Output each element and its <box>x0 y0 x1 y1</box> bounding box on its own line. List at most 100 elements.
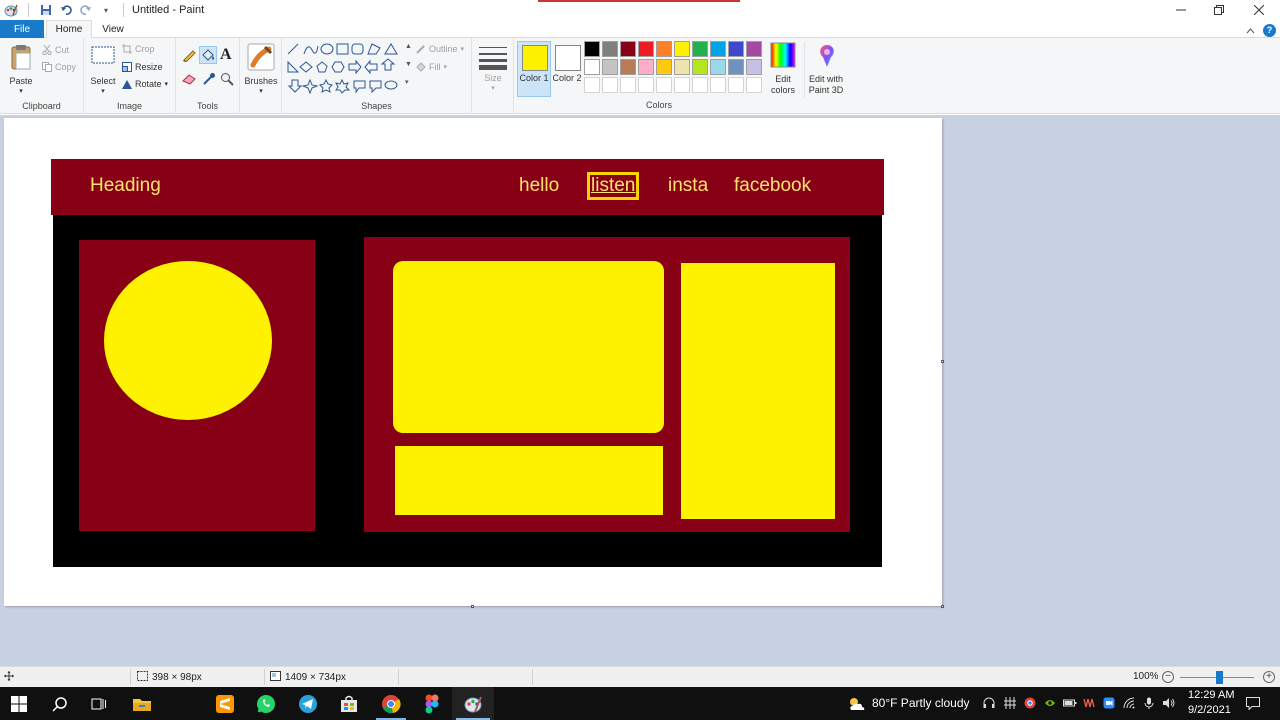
weather-icon[interactable] <box>845 693 867 715</box>
magnifier-icon[interactable] <box>220 72 234 89</box>
palette-swatch-2-3[interactable] <box>620 59 636 75</box>
network-share-icon[interactable] <box>1004 697 1016 709</box>
wifi-icon[interactable] <box>1123 697 1135 709</box>
whatsapp-icon[interactable] <box>255 693 277 715</box>
tab-home[interactable]: Home <box>46 20 92 39</box>
paste-dropdown-icon[interactable]: ▾ <box>6 86 36 97</box>
figma-icon[interactable] <box>421 693 443 715</box>
windows-start-icon[interactable] <box>8 693 30 715</box>
palette-swatch-1-2[interactable] <box>602 41 618 57</box>
headset-icon[interactable] <box>983 697 995 709</box>
canvas-resize-handle-bottom[interactable] <box>471 605 474 608</box>
palette-custom-slot-10[interactable] <box>746 77 762 93</box>
color-picker-icon[interactable] <box>202 72 216 89</box>
rotate-button[interactable]: Rotate ▾ <box>122 79 168 89</box>
edit-with-paint3d-button[interactable]: Edit with Paint 3D <box>804 42 846 98</box>
palette-custom-slot-7[interactable] <box>692 77 708 93</box>
collapse-ribbon-icon[interactable] <box>1246 23 1255 37</box>
palette-swatch-2-1[interactable] <box>584 59 600 75</box>
tab-view[interactable]: View <box>94 20 132 38</box>
chrome-icon[interactable] <box>380 693 402 715</box>
color1-selector[interactable]: Color 1 <box>517 41 551 97</box>
copy-button[interactable]: Copy <box>42 62 76 72</box>
customize-toolbar-icon[interactable]: ▾ <box>99 3 113 17</box>
fill-bucket-icon[interactable] <box>199 46 217 64</box>
canvas-resize-handle-right[interactable] <box>941 360 944 363</box>
palette-swatch-1-7[interactable] <box>692 41 708 57</box>
palette-swatch-1-10[interactable] <box>746 41 762 57</box>
nvidia-icon[interactable] <box>1044 697 1056 709</box>
resize-button[interactable]: Resize <box>122 62 163 72</box>
notifications-icon[interactable] <box>1246 697 1260 711</box>
search-icon[interactable] <box>49 693 71 715</box>
size-button[interactable]: Size ▾ <box>476 42 510 98</box>
file-explorer-icon[interactable] <box>131 693 153 715</box>
meet-now-icon[interactable] <box>1103 697 1115 709</box>
pencil-icon[interactable] <box>182 48 196 65</box>
palette-swatch-1-9[interactable] <box>728 41 744 57</box>
microphone-icon[interactable] <box>1143 697 1155 709</box>
palette-custom-slot-8[interactable] <box>710 77 726 93</box>
palette-custom-slot-2[interactable] <box>602 77 618 93</box>
color2-selector[interactable]: Color 2 <box>550 41 584 97</box>
shapes-scroll-down-icon[interactable]: ▼ <box>405 60 412 70</box>
palette-custom-slot-1[interactable] <box>584 77 600 93</box>
palette-custom-slot-3[interactable] <box>620 77 636 93</box>
palette-swatch-1-4[interactable] <box>638 41 654 57</box>
palette-custom-slot-4[interactable] <box>638 77 654 93</box>
drawing-canvas[interactable]: Heading hello listen insta facebook <box>4 118 942 606</box>
minimize-button[interactable] <box>1162 0 1200 20</box>
tab-file[interactable]: File <box>0 20 44 38</box>
microsoft-store-icon[interactable] <box>338 693 360 715</box>
edit-colors-button[interactable]: Edit colors <box>766 42 800 98</box>
palette-swatch-1-8[interactable] <box>710 41 726 57</box>
eraser-icon[interactable] <box>182 73 196 88</box>
clock-date[interactable]: 9/2/2021 <box>1188 704 1231 716</box>
select-dropdown-icon[interactable]: ▾ <box>88 86 118 97</box>
volume-icon[interactable] <box>1163 697 1175 709</box>
telegram-icon[interactable] <box>297 693 319 715</box>
task-view-icon[interactable] <box>88 693 110 715</box>
weather-text[interactable]: 80°F Partly cloudy <box>872 696 970 710</box>
shapes-scroll-up-icon[interactable]: ▲ <box>405 42 412 52</box>
crop-button[interactable]: Crop <box>122 44 155 54</box>
paint-app-icon[interactable] <box>4 3 18 17</box>
zoom-out-button[interactable]: − <box>1162 671 1174 683</box>
sublime-text-icon[interactable] <box>214 693 236 715</box>
shapes-more-icon[interactable]: ▾ <box>405 78 409 88</box>
palette-swatch-2-9[interactable] <box>728 59 744 75</box>
palette-swatch-2-5[interactable] <box>656 59 672 75</box>
palette-swatch-1-6[interactable] <box>674 41 690 57</box>
clock-time[interactable]: 12:29 AM <box>1188 689 1234 701</box>
palette-swatch-1-3[interactable] <box>620 41 636 57</box>
palette-swatch-2-10[interactable] <box>746 59 762 75</box>
restore-button[interactable] <box>1200 0 1238 20</box>
brushes-button[interactable]: Brushes ▾ <box>244 42 278 98</box>
palette-swatch-2-7[interactable] <box>692 59 708 75</box>
palette-custom-slot-9[interactable] <box>728 77 744 93</box>
palette-custom-slot-5[interactable] <box>656 77 672 93</box>
zoom-slider-thumb[interactable] <box>1216 671 1223 684</box>
close-button[interactable] <box>1240 0 1278 20</box>
palette-custom-slot-6[interactable] <box>674 77 690 93</box>
canvas-resize-handle-corner[interactable] <box>941 605 944 608</box>
palette-swatch-2-4[interactable] <box>638 59 654 75</box>
paste-button[interactable]: Paste ▾ <box>6 42 36 96</box>
palette-swatch-2-8[interactable] <box>710 59 726 75</box>
undo-icon[interactable] <box>59 3 73 17</box>
save-icon[interactable] <box>39 3 53 17</box>
brushes-dropdown-icon[interactable]: ▾ <box>244 86 278 97</box>
redo-icon[interactable] <box>79 3 93 17</box>
palette-swatch-1-1[interactable] <box>584 41 600 57</box>
outline-button[interactable]: Outline ▾ <box>416 44 464 54</box>
text-tool-icon[interactable]: A <box>220 46 232 64</box>
fill-button[interactable]: Fill ▾ <box>416 62 447 72</box>
cut-button[interactable]: Cut <box>42 44 69 56</box>
battery-icon[interactable] <box>1063 697 1077 709</box>
select-button[interactable]: Select ▾ <box>88 42 118 96</box>
chrome-tray-icon[interactable] <box>1024 697 1036 709</box>
help-icon[interactable]: ? <box>1263 23 1276 37</box>
shapes-gallery[interactable] <box>286 42 406 95</box>
palette-swatch-1-5[interactable] <box>656 41 672 57</box>
rotate-dropdown-icon[interactable]: ▾ <box>165 80 169 88</box>
